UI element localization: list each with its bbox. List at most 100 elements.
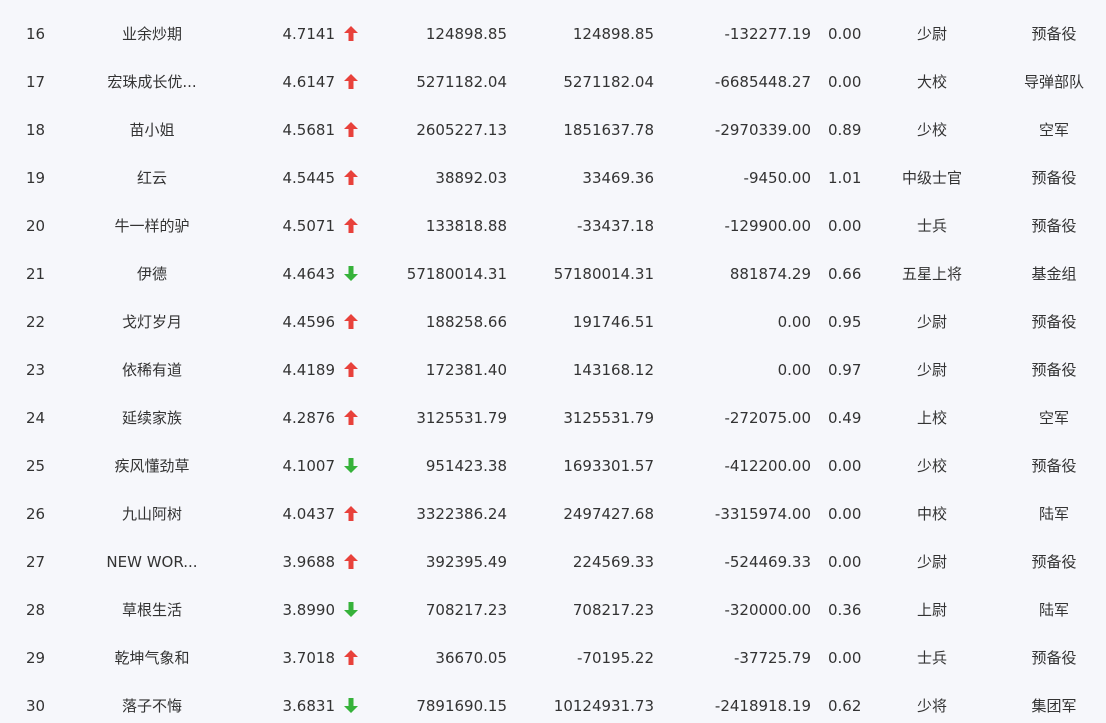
- rank-title-cell: 少将: [916, 697, 947, 715]
- table-row[interactable]: 25 疾风懂劲草 4.1007 951423.38 1693301.57 -412200.…: [0, 442, 1106, 490]
- score-cell: 4.1007: [282, 457, 336, 475]
- name-cell[interactable]: 落子不悔: [72, 682, 232, 723]
- rank-cell: 22: [26, 313, 46, 331]
- arrow-up-icon: [344, 170, 360, 186]
- name-cell[interactable]: 疾风懂劲草: [72, 442, 232, 490]
- value2-cell: -70195.22: [577, 649, 654, 667]
- table-row[interactable]: 17 宏珠成长优... 4.6147 5271182.04 5271182.04 -668…: [0, 58, 1106, 106]
- rank-cell: 23: [26, 361, 46, 379]
- name-cell[interactable]: 乾坤气象和: [72, 634, 232, 682]
- value3-cell: -272075.00: [724, 409, 811, 427]
- rank-cell: 28: [26, 601, 46, 619]
- unit-cell: 预备役: [1031, 313, 1077, 331]
- value3-cell: 881874.29: [729, 265, 811, 283]
- table-row[interactable]: 28 草根生活 3.8990 708217.23 708217.23 -320000.00…: [0, 586, 1106, 634]
- value2-cell: 3125531.79: [563, 409, 654, 427]
- rank-title-cell: 中级士官: [901, 169, 962, 187]
- name-cell[interactable]: 苗小姐: [72, 106, 232, 154]
- arrow-down-icon: [344, 458, 360, 474]
- arrow-up-icon: [344, 506, 360, 522]
- ratio-cell: 0.97: [828, 361, 862, 379]
- table-row[interactable]: 16 业余炒期 4.7141 124898.85 124898.85 -132277.19…: [0, 10, 1106, 58]
- ranking-table: 16 业余炒期 4.7141 124898.85 124898.85 -132277.19…: [0, 0, 1106, 723]
- rank-title-cell: 中校: [916, 505, 947, 523]
- score-cell: 3.8990: [282, 601, 336, 619]
- rank-cell: 16: [26, 25, 46, 43]
- value3-cell: -129900.00: [724, 217, 811, 235]
- value3-cell: -6685448.27: [714, 73, 811, 91]
- rank-cell: 27: [26, 553, 46, 571]
- arrow-up-icon: [344, 74, 360, 90]
- rank-cell: 24: [26, 409, 46, 427]
- name-cell[interactable]: NEW WOR...: [72, 538, 232, 586]
- table-row[interactable]: 29 乾坤气象和 3.7018 36670.05 -70195.22 -37725.79 0…: [0, 634, 1106, 682]
- ratio-cell: 0.00: [828, 25, 862, 43]
- name-cell[interactable]: 依稀有道: [72, 346, 232, 394]
- value2-cell: -33437.18: [577, 217, 654, 235]
- arrow-up-icon: [344, 122, 360, 138]
- ratio-cell: 0.66: [828, 265, 862, 283]
- table-row[interactable]: 27 NEW WOR... 3.9688 392395.49 224569.33 -524…: [0, 538, 1106, 586]
- score-cell: 4.4189: [282, 361, 336, 379]
- value1-cell: 188258.66: [425, 313, 507, 331]
- ratio-cell: 0.00: [828, 457, 862, 475]
- name-cell[interactable]: 延续家族: [72, 394, 232, 442]
- arrow-up-icon: [344, 554, 360, 570]
- score-cell: 4.4643: [282, 265, 336, 283]
- value2-cell: 224569.33: [572, 553, 654, 571]
- score-cell: 4.5681: [282, 121, 336, 139]
- name-cell[interactable]: 红云: [72, 154, 232, 202]
- name-cell[interactable]: 宏珠成长优...: [72, 58, 232, 106]
- value3-cell: -2418918.19: [714, 697, 811, 715]
- name-cell[interactable]: 业余炒期: [72, 10, 232, 58]
- arrow-up-icon: [344, 362, 360, 378]
- value1-cell: 708217.23: [425, 601, 507, 619]
- table-row[interactable]: 21 伊德 4.4643 57180014.31 57180014.31 881874.2…: [0, 250, 1106, 298]
- unit-cell: 集团军: [1031, 697, 1077, 715]
- table-row[interactable]: 20 牛一样的驴 4.5071 133818.88 -33437.18 -129900.0…: [0, 202, 1106, 250]
- value2-cell: 57180014.31: [553, 265, 654, 283]
- table-row[interactable]: 22 戈灯岁月 4.4596 188258.66 191746.51 0.00 0.95 少尉…: [0, 298, 1106, 346]
- table-row[interactable]: 26 九山阿树 4.0437 3322386.24 2497427.68 -3315974…: [0, 490, 1106, 538]
- rank-title-cell: 上校: [916, 409, 947, 427]
- score-cell: 4.7141: [282, 25, 336, 43]
- table-row[interactable]: 18 苗小姐 4.5681 2605227.13 1851637.78 -2970339.…: [0, 106, 1106, 154]
- name-cell[interactable]: 草根生活: [72, 586, 232, 634]
- rank-cell: 25: [26, 457, 46, 475]
- value2-cell: 10124931.73: [553, 697, 654, 715]
- rank-title-cell: 少尉: [916, 313, 947, 331]
- name-cell[interactable]: 伊德: [72, 250, 232, 298]
- table-row[interactable]: 24 延续家族 4.2876 3125531.79 3125531.79 -272075.…: [0, 394, 1106, 442]
- value2-cell: 191746.51: [572, 313, 654, 331]
- rank-cell: 21: [26, 265, 46, 283]
- table-row[interactable]: 23 依稀有道 4.4189 172381.40 143168.12 0.00 0.97 少尉…: [0, 346, 1106, 394]
- unit-cell: 预备役: [1031, 361, 1077, 379]
- value2-cell: 708217.23: [572, 601, 654, 619]
- ratio-cell: 0.00: [828, 217, 862, 235]
- rank-title-cell: 士兵: [916, 217, 947, 235]
- value2-cell: 124898.85: [572, 25, 654, 43]
- value1-cell: 36670.05: [435, 649, 507, 667]
- rank-cell: 29: [26, 649, 46, 667]
- table-row[interactable]: 19 红云 4.5445 38892.03 33469.36 -9450.00 1.01 中级…: [0, 154, 1106, 202]
- name-cell[interactable]: 九山阿树: [72, 490, 232, 538]
- name-cell[interactable]: 牛一样的驴: [72, 202, 232, 250]
- name-cell[interactable]: 戈灯岁月: [72, 298, 232, 346]
- ratio-cell: 0.00: [828, 553, 862, 571]
- unit-cell: 预备役: [1031, 217, 1077, 235]
- score-cell: 4.5071: [282, 217, 336, 235]
- value3-cell: -9450.00: [743, 169, 811, 187]
- arrow-up-icon: [344, 314, 360, 330]
- arrow-down-icon: [344, 602, 360, 618]
- value1-cell: 3322386.24: [416, 505, 507, 523]
- ratio-cell: 0.95: [828, 313, 862, 331]
- score-cell: 4.5445: [282, 169, 336, 187]
- unit-cell: 预备役: [1031, 649, 1077, 667]
- value3-cell: -37725.79: [734, 649, 811, 667]
- value3-cell: -132277.19: [724, 25, 811, 43]
- arrow-up-icon: [344, 26, 360, 42]
- table-row[interactable]: 30 落子不悔 3.6831 7891690.15 10124931.73 -241891…: [0, 682, 1106, 723]
- value3-cell: 0.00: [777, 361, 811, 379]
- unit-cell: 预备役: [1031, 25, 1077, 43]
- unit-cell: 预备役: [1031, 553, 1077, 571]
